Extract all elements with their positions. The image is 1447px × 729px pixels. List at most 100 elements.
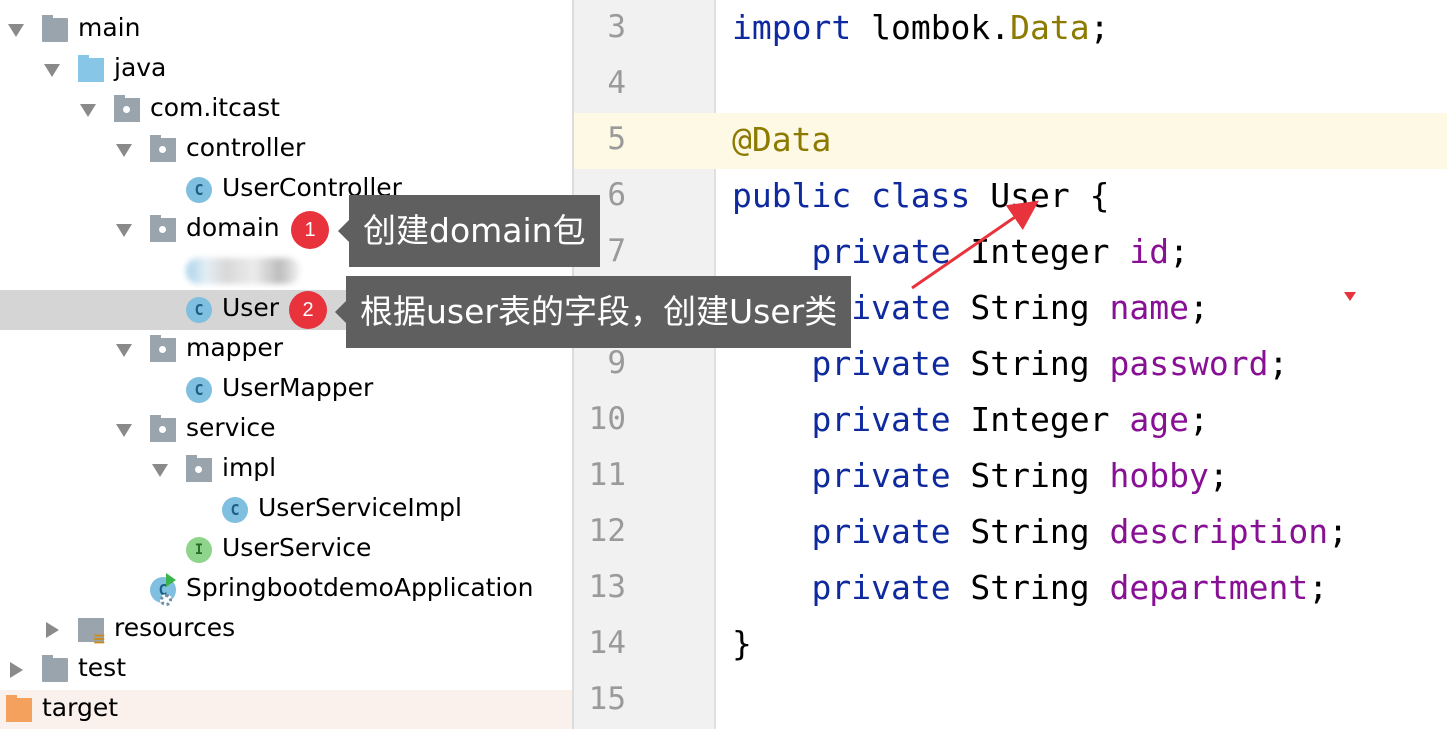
line-number: 14 — [588, 625, 626, 661]
code-token: String — [950, 568, 1110, 607]
code-token: ; — [1328, 512, 1348, 551]
class-icon: C — [186, 177, 212, 203]
chevron-down-icon[interactable] — [150, 460, 170, 480]
tree-item-com.itcast[interactable]: com.itcast — [0, 90, 572, 130]
code-line[interactable]: 3 import lombok.Data; — [574, 1, 1447, 57]
code-token: User { — [970, 176, 1110, 215]
tree-item-label: UserMapper — [222, 373, 374, 402]
code-token: hobby — [1109, 456, 1209, 495]
code-editor[interactable]: 3 import lombok.Data; 4 5 @Data 6 public class… — [572, 0, 1447, 729]
tree-item-label: service — [186, 413, 276, 442]
tree-item-test[interactable]: test — [0, 650, 572, 690]
code-token: lombok. — [851, 8, 1011, 47]
chevron-down-icon[interactable] — [114, 220, 134, 240]
code-token: age — [1129, 400, 1189, 439]
tree-item-impl[interactable]: impl — [0, 450, 572, 490]
code-token: department — [1109, 568, 1309, 607]
code-line[interactable]: 6 public class User { — [574, 169, 1447, 225]
class-icon: C — [186, 377, 212, 403]
code-text: } — [732, 624, 752, 663]
code-token: name — [1109, 288, 1189, 327]
code-text: private Integer age; — [732, 400, 1209, 439]
excluded-folder-icon — [6, 695, 32, 722]
chevron-down-icon[interactable] — [42, 60, 62, 80]
tree-item-label: UserService — [222, 533, 372, 562]
tree-item-main[interactable]: main — [0, 10, 572, 50]
line-number: 9 — [607, 345, 626, 381]
tree-item-label: SpringbootdemoApplication — [186, 573, 534, 602]
line-number: 3 — [607, 9, 626, 45]
tree-item-resources[interactable]: resources — [0, 610, 572, 650]
tree-item-controller[interactable]: controller — [0, 130, 572, 170]
code-token: id — [1129, 232, 1170, 271]
code-token: import — [732, 8, 852, 47]
code-token: String — [950, 288, 1110, 327]
package-icon — [150, 215, 176, 242]
code-token: String — [950, 344, 1110, 383]
chevron-down-icon[interactable] — [114, 140, 134, 160]
code-text: private String hobby; — [732, 456, 1228, 495]
step-badge-2: 2 — [289, 291, 327, 329]
tree-item-label: com.itcast — [150, 93, 280, 122]
chevron-down-icon[interactable] — [114, 420, 134, 440]
line-number: 5 — [607, 121, 626, 157]
tree-item-userservice[interactable]: I UserService — [0, 530, 572, 570]
code-line[interactable]: 11 private String hobby; — [574, 449, 1447, 505]
tree-item-springbootdemoapplication[interactable]: C SpringbootdemoApplication — [0, 570, 572, 610]
code-line[interactable]: 12 private String description; — [574, 505, 1447, 561]
tree-item-label: UserServiceImpl — [258, 493, 462, 522]
tree-item-userserviceimpl[interactable]: C UserServiceImpl — [0, 490, 572, 530]
tree-item-service[interactable]: service — [0, 410, 572, 450]
tree-item-usermapper[interactable]: C UserMapper — [0, 370, 572, 410]
line-number: 10 — [588, 401, 626, 437]
blurred-tree-item — [186, 258, 300, 284]
code-token: String — [950, 456, 1110, 495]
line-number: 4 — [607, 65, 626, 101]
code-token: String — [950, 512, 1110, 551]
tree-item-label: domain — [186, 213, 280, 242]
error-stripe-marker[interactable] — [1344, 292, 1356, 301]
code-text: private String description; — [732, 512, 1348, 551]
gear-icon — [160, 594, 172, 606]
line-number: 11 — [588, 457, 626, 493]
chevron-right-icon[interactable] — [6, 660, 26, 680]
chevron-down-icon[interactable] — [114, 340, 134, 360]
step-badge-1: 1 — [291, 211, 329, 249]
code-token: Integer — [950, 400, 1130, 439]
package-icon — [150, 415, 176, 442]
tree-item-label: controller — [186, 133, 306, 162]
chevron-right-icon[interactable] — [42, 620, 62, 640]
code-text: private Integer id; — [732, 232, 1189, 271]
code-token: private — [811, 456, 951, 495]
code-token: @Data — [732, 120, 832, 159]
run-icon — [166, 573, 176, 587]
tree-item-label: mapper — [186, 333, 284, 362]
code-text: @Data — [732, 120, 831, 159]
code-text: import lombok.Data; — [732, 8, 1110, 47]
code-line[interactable]: 15 — [574, 673, 1447, 729]
code-token: password — [1109, 344, 1269, 383]
chevron-down-icon[interactable] — [6, 20, 26, 40]
chevron-down-icon[interactable] — [78, 100, 98, 120]
code-token: ; — [1268, 344, 1289, 383]
code-line[interactable]: 14} — [574, 617, 1447, 673]
code-text: private String password; — [732, 344, 1288, 383]
code-token: ; — [1188, 400, 1209, 439]
code-line[interactable]: 7 private Integer id; — [574, 225, 1447, 281]
code-token: ; — [1169, 232, 1189, 271]
code-token: ; — [1089, 8, 1110, 47]
code-line[interactable]: 13 private String department; — [574, 561, 1447, 617]
tree-item-java[interactable]: java — [0, 50, 572, 90]
code-line[interactable]: 10 private Integer age; — [574, 393, 1447, 449]
code-token: private — [811, 232, 951, 271]
code-line[interactable]: 4 — [574, 57, 1447, 113]
code-text: public class User { — [732, 176, 1110, 215]
code-line[interactable]: 5 @Data — [574, 113, 1447, 169]
code-token: private — [811, 344, 951, 383]
tree-item-target[interactable]: target — [0, 690, 572, 729]
code-token: private — [811, 400, 951, 439]
